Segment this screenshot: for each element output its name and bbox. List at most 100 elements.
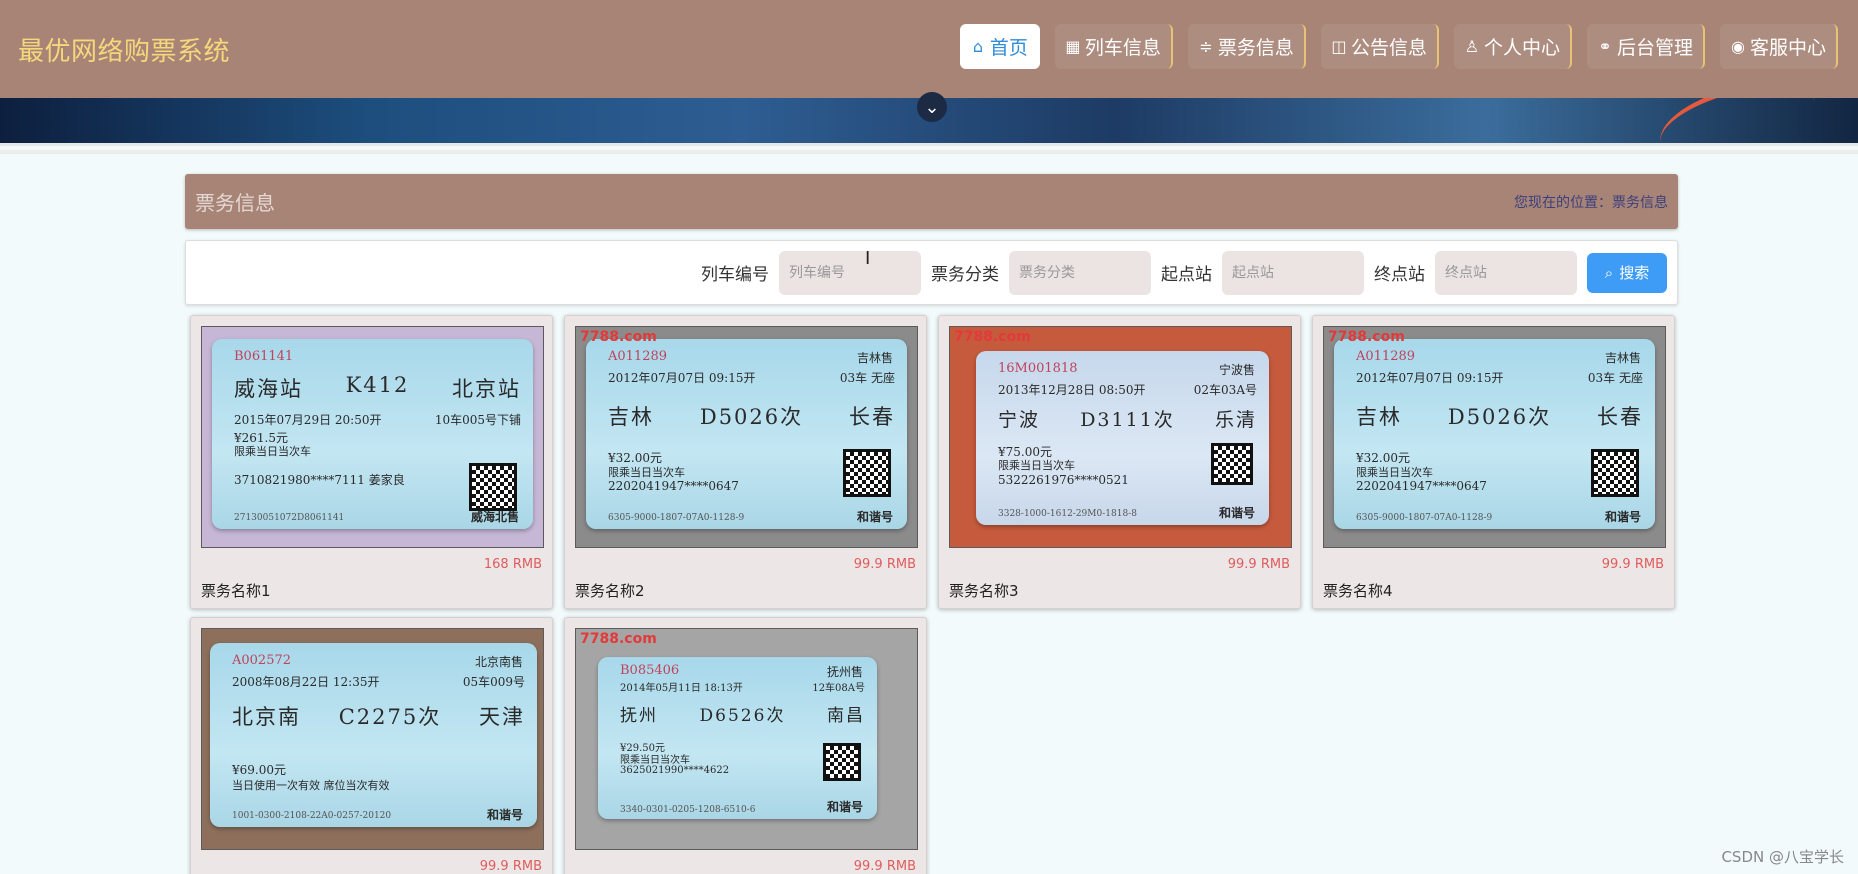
ticket-image: A002572 北京南售 2008年08月22日 12:35开 05车009号 … [201, 628, 544, 850]
qr-code-icon [823, 743, 861, 781]
field-label: 终点站 [1374, 265, 1425, 285]
ticket-id: 2202041947****0647 [1356, 479, 1487, 493]
ticket-mark: 和谐号 [486, 808, 523, 822]
nav-admin[interactable]: ⚭ 后台管理 [1586, 24, 1705, 69]
ticket-sale: 北京南售 [474, 655, 523, 669]
field-label: 起点站 [1161, 265, 1212, 285]
ticket-from: 吉林 [608, 405, 654, 429]
nav-label: 公告信息 [1350, 37, 1427, 59]
link-icon: ⚭ [1598, 37, 1612, 56]
ticket-card[interactable]: A002572 北京南售 2008年08月22日 12:35开 05车009号 … [190, 617, 553, 874]
ticket-from: 宁波 [998, 409, 1041, 431]
field-label: 票务分类 [931, 265, 999, 285]
ticket-card[interactable]: A011289 吉林售 2012年07月07日 09:15开 03车 无座 吉林… [564, 315, 927, 609]
ticket-image: B085406 抚州售 2014年05月11日 18:13开 12车08A号 抚… [575, 628, 918, 850]
page-title: 票务信息 [195, 191, 275, 215]
ticket-mark: 威海北售 [470, 510, 519, 524]
ticket-note: 限乘当日当次车 [608, 466, 685, 479]
ticket-train: D6526次 [699, 706, 786, 726]
ticket-face: A011289 吉林售 2012年07月07日 09:15开 03车 无座 吉林… [586, 339, 907, 529]
ticket-code: B085406 [620, 663, 680, 678]
ticket-time: 2012年07月07日 09:15开 [608, 371, 756, 385]
nav-personal-center[interactable]: ♙ 个人中心 [1453, 24, 1572, 69]
user-icon: ♙ [1464, 37, 1480, 56]
ticket-train: K412 [345, 373, 410, 397]
ticket-time: 2015年07月29日 20:50开 [234, 413, 382, 427]
breadcrumb-bar: 票务信息 您现在的位置：票务信息 [185, 174, 1678, 229]
ticket-to: 乐清 [1214, 409, 1257, 431]
ticket-note: 限乘当日当次车 [620, 755, 690, 766]
ticket-card[interactable]: B061141 2015年07月29日 20:50开 10车005号下铺 威海站… [190, 315, 553, 609]
ticket-name[interactable]: 票务名称1 [201, 580, 271, 601]
ticket-seat: 03车 无座 [1587, 371, 1643, 385]
nav-ticket-info[interactable]: ≑ 票务信息 [1187, 24, 1306, 69]
ticket-time: 2008年08月22日 12:35开 [232, 675, 380, 689]
qr-code-icon [843, 449, 891, 497]
home-icon: ⌂ [972, 37, 983, 56]
ticket-grid: B061141 2015年07月29日 20:50开 10车005号下铺 威海站… [190, 315, 1675, 874]
train-number-input[interactable] [779, 250, 921, 295]
ticket-note: 限乘当日当次车 [1356, 466, 1433, 479]
ticket-id: 3710821980****7111 姜家良 [234, 473, 405, 487]
ticket-price: ¥69.00元 [232, 763, 286, 777]
ticket-card[interactable]: 16M001818 宁波售 2013年12月28日 08:50开 02车03A号… [938, 315, 1301, 609]
gift-icon: ◫ [1331, 37, 1347, 56]
ticket-code: A002572 [232, 653, 292, 668]
ticket-to: 南昌 [827, 706, 865, 726]
ticket-serial: 27130051072D8061141 [234, 513, 345, 523]
breadcrumb: 您现在的位置：票务信息 [1514, 194, 1668, 211]
ticket-seat: 05车009号 [462, 675, 525, 689]
nav-notice-info[interactable]: ◫ 公告信息 [1320, 24, 1439, 69]
ticket-price-label: 99.9 RMB [853, 859, 916, 874]
nav-customer-service[interactable]: ◉ 客服中心 [1719, 24, 1838, 69]
field-ticket-category: 票务分类 [931, 250, 1151, 295]
ticket-name[interactable]: 票务名称4 [1323, 580, 1393, 601]
search-icon: ⌕ [1604, 263, 1614, 282]
ticket-sale: 吉林售 [856, 351, 893, 365]
ticket-code: A011289 [1356, 349, 1416, 364]
nav-train-info[interactable]: ▦ 列车信息 [1054, 24, 1173, 69]
ticket-category-input[interactable] [1009, 250, 1151, 295]
ticket-card[interactable]: B085406 抚州售 2014年05月11日 18:13开 12车08A号 抚… [564, 617, 927, 874]
top-header: 最优网络购票系统 ⌂ 首页 ▦ 列车信息 ≑ 票务信息 ◫ 公告信息 ♙ 个人中… [0, 0, 1858, 98]
ticket-face: B061141 2015年07月29日 20:50开 10车005号下铺 威海站… [212, 339, 533, 529]
ticket-time: 2014年05月11日 18:13开 [620, 683, 743, 694]
ticket-mark: 和谐号 [1604, 510, 1641, 524]
ticket-price-label: 99.9 RMB [1227, 557, 1290, 572]
train-icon: ▦ [1065, 37, 1081, 56]
ticket-name[interactable]: 票务名称3 [949, 580, 1019, 601]
ticket-price-label: 168 RMB [483, 557, 542, 572]
watermark-logo: 7788.com [1328, 329, 1405, 345]
search-button[interactable]: ⌕ 搜索 [1587, 252, 1667, 293]
field-train-number: 列车编号 [701, 250, 921, 295]
ticket-id: 2202041947****0647 [608, 479, 739, 493]
qr-code-icon [469, 463, 517, 511]
ticket-sale: 吉林售 [1604, 351, 1641, 365]
ticket-from: 抚州 [620, 706, 658, 726]
chat-icon: ◉ [1731, 37, 1745, 56]
ticket-seat: 02车03A号 [1193, 383, 1257, 397]
site-title[interactable]: 最优网络购票系统 [18, 31, 230, 68]
ticket-route: 宁波 D3111次 乐清 [998, 405, 1257, 432]
field-start-station: 起点站 [1161, 250, 1364, 295]
ticket-image: A011289 吉林售 2012年07月07日 09:15开 03车 无座 吉林… [1323, 326, 1666, 548]
nav-label: 首页 [989, 37, 1028, 59]
ticket-id: 3625021990****4622 [620, 765, 730, 776]
field-label: 列车编号 [701, 265, 769, 285]
ticket-price-label: 99.9 RMB [479, 859, 542, 874]
ticket-name[interactable]: 票务名称2 [575, 580, 645, 601]
end-station-input[interactable] [1435, 250, 1577, 295]
ticket-train: D5026次 [1447, 405, 1552, 429]
nav-label: 票务信息 [1217, 37, 1294, 59]
chevron-down-icon[interactable]: ⌄ [917, 92, 947, 122]
ticket-face: B085406 抚州售 2014年05月11日 18:13开 12车08A号 抚… [598, 657, 877, 819]
nav-home[interactable]: ⌂ 首页 [959, 24, 1040, 69]
nav-label: 个人中心 [1483, 37, 1560, 59]
ticket-face: A002572 北京南售 2008年08月22日 12:35开 05车009号 … [210, 643, 537, 827]
ticket-route: 吉林 D5026次 长春 [1356, 401, 1643, 431]
ticket-mark: 和谐号 [826, 800, 863, 814]
ticket-card[interactable]: A011289 吉林售 2012年07月07日 09:15开 03车 无座 吉林… [1312, 315, 1675, 609]
start-station-input[interactable] [1222, 250, 1364, 295]
ticket-train: D3111次 [1080, 409, 1175, 431]
ticket-sale: 抚州售 [826, 665, 863, 679]
